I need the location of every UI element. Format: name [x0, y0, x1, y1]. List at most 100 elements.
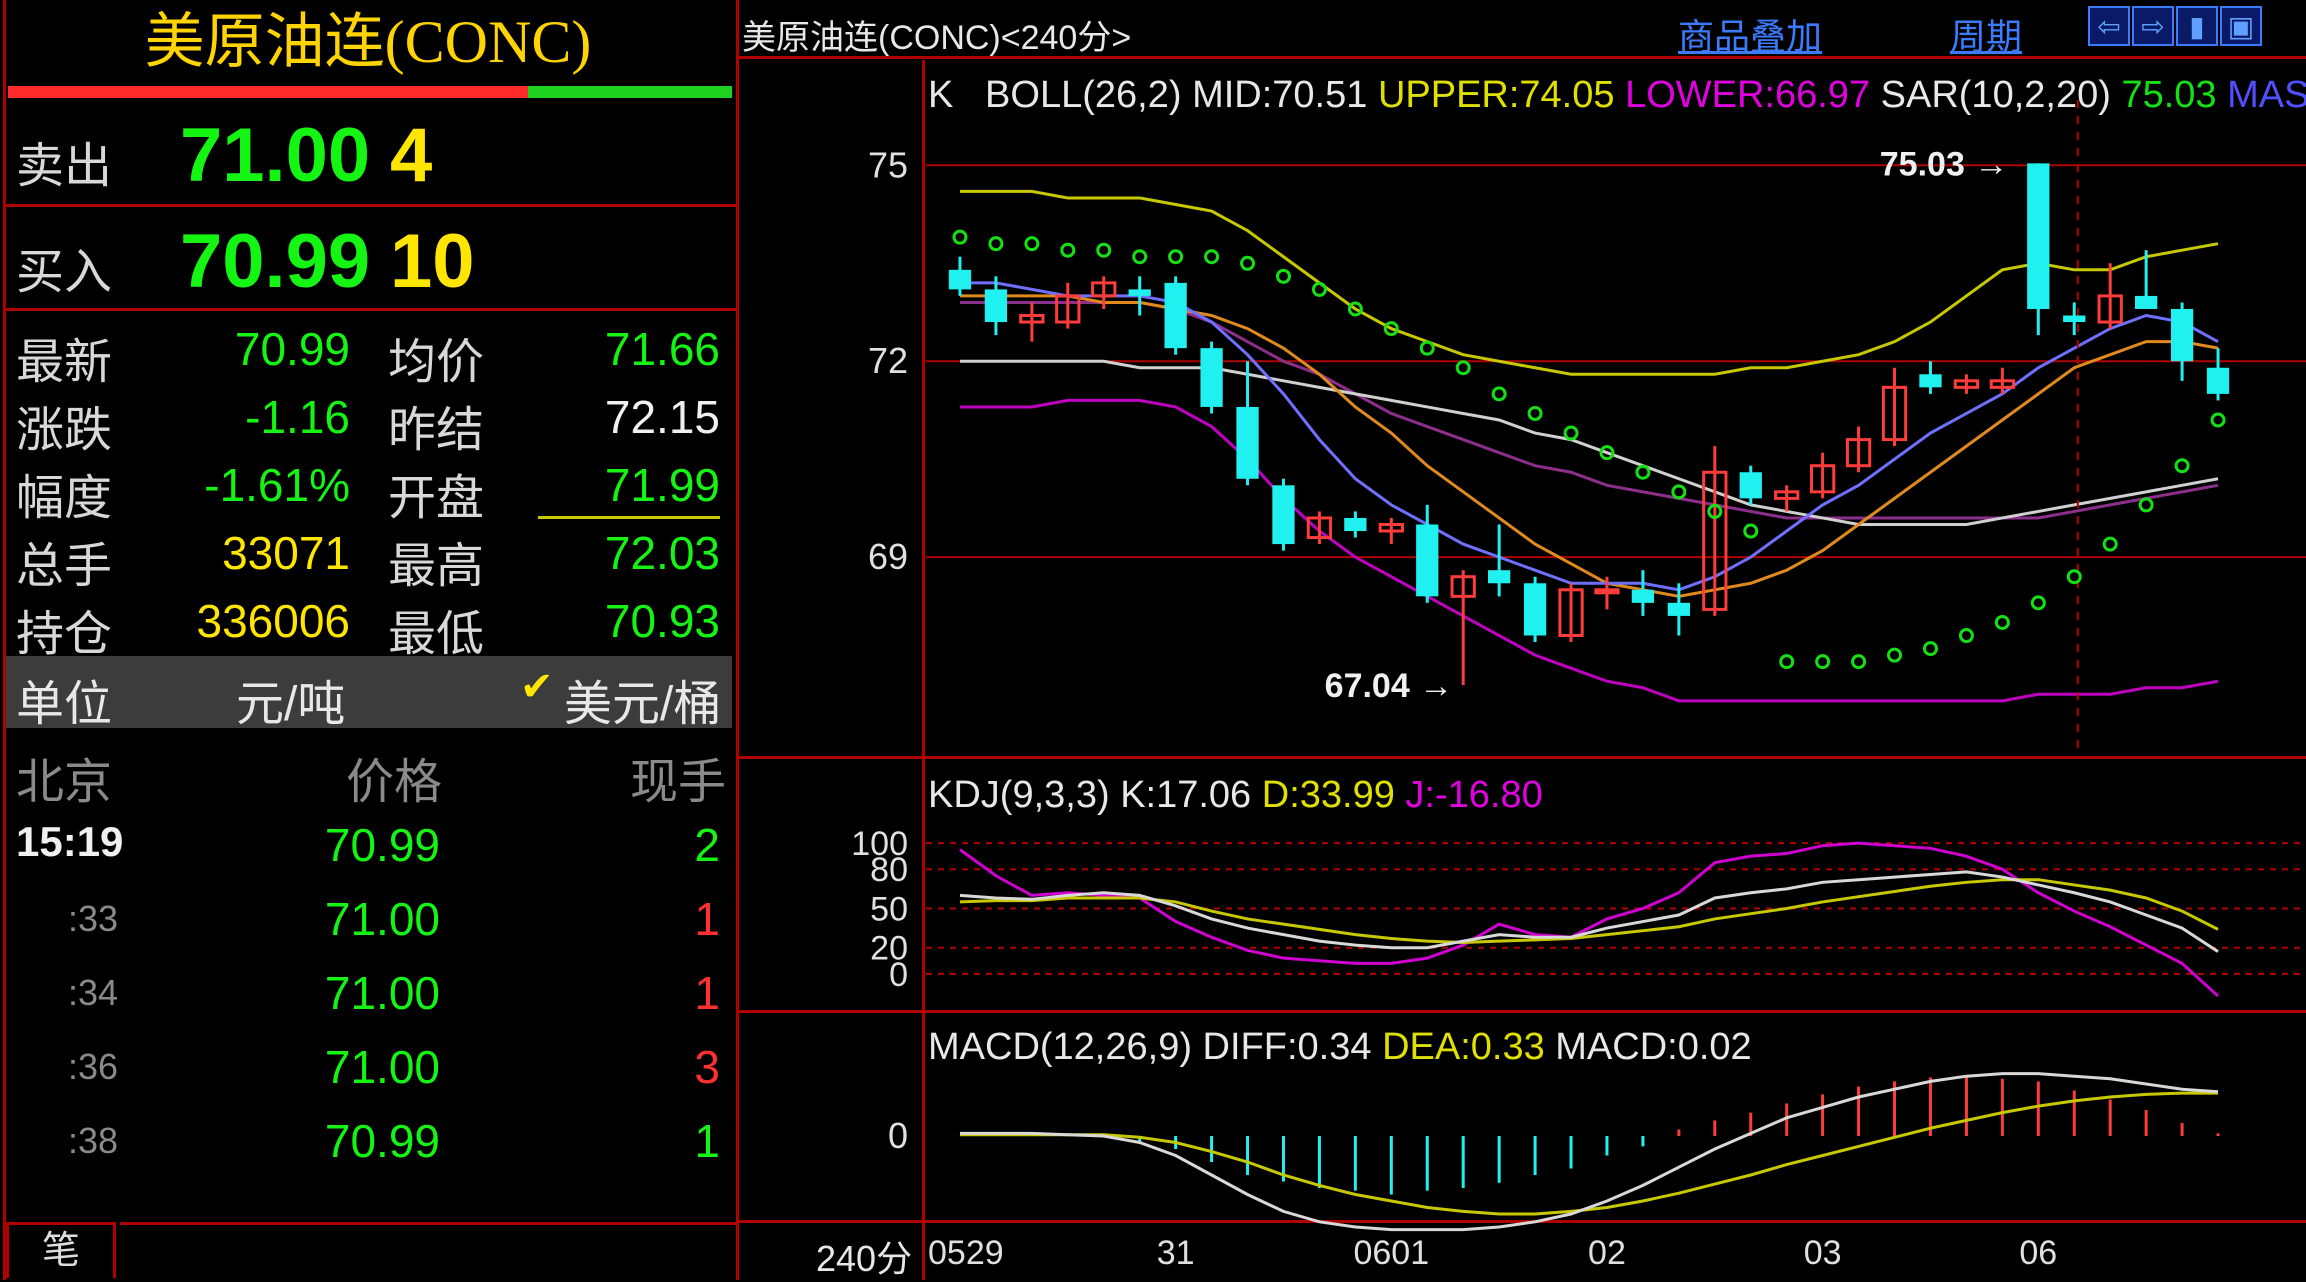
sar-dot	[1922, 641, 1938, 657]
trade-price: 70.99	[324, 1115, 440, 1167]
stat-label: 最高	[388, 540, 485, 593]
sar-dot	[1168, 249, 1184, 265]
sar-dot	[1815, 654, 1831, 670]
boll-mid-line	[959, 300, 2219, 520]
sar-dot	[1455, 360, 1471, 376]
trade-price: 70.99	[324, 819, 440, 871]
sar-dot	[2030, 595, 2046, 611]
trade-qty: 3	[694, 1041, 720, 1093]
instrument-title: 美原油连(CONC)	[144, 9, 592, 75]
y-tick-label: 72	[868, 340, 908, 381]
y-tick-label: 69	[868, 536, 908, 577]
stat-label: 最低	[388, 608, 485, 661]
unit-label: 单位	[16, 678, 113, 731]
candle-body	[1739, 472, 1762, 499]
candle-body	[1523, 583, 1547, 636]
candle-body	[1236, 406, 1259, 479]
stat-label: 总手	[16, 540, 113, 593]
sar-dot	[1887, 647, 1903, 663]
stat-value: 71.99	[604, 459, 720, 511]
y-tick-label: 0	[888, 1115, 908, 1156]
buy-price: 70.99	[180, 219, 371, 304]
sar-dot	[1275, 268, 1291, 284]
buy-ratio-bar	[528, 86, 732, 98]
period-label: 240分	[816, 1238, 913, 1279]
trade-time: :34	[68, 972, 119, 1013]
x-tick-label: 0601	[1353, 1234, 1429, 1272]
divider	[120, 1222, 736, 1225]
macd-dea-line	[959, 1091, 2219, 1216]
candle-body	[2027, 163, 2050, 309]
kdj-k-line	[959, 870, 2219, 953]
ma-line	[959, 281, 2219, 592]
candle-body	[948, 269, 972, 290]
divider	[6, 204, 736, 207]
candle-body	[1272, 485, 1295, 545]
unit-cny-option[interactable]: 元/吨	[236, 664, 345, 734]
candle-body	[1667, 602, 1691, 616]
sar-dot	[2102, 536, 2118, 552]
stat-value: 72.03	[604, 527, 720, 579]
y-tick-label: 50	[870, 890, 908, 928]
x-tick-label: 31	[1157, 1234, 1195, 1272]
sar-dot	[1491, 386, 1507, 402]
x-tick-label: 02	[1588, 1234, 1626, 1272]
sar-dot	[1240, 255, 1256, 271]
candle-body	[1200, 348, 1223, 407]
candle-body	[1594, 588, 1620, 595]
sar-dot	[1419, 340, 1435, 356]
stat-value: 70.93	[604, 595, 720, 647]
chart-panel: 美原油连(CONC)<240分> 商品叠加 周期 ⇦ ⇨ ▮ ▣ K BOLL(…	[736, 0, 2306, 1280]
stat-label: 涨跌	[16, 404, 113, 457]
sar-dot	[1635, 464, 1651, 480]
sar-dot	[1060, 242, 1076, 258]
sar-dot	[1096, 242, 1112, 258]
sar-dot	[2174, 458, 2190, 474]
stat-label: 开盘	[388, 472, 485, 525]
quote-panel: 美原油连(CONC) 卖出 71.00 4 买入 70.99 10 最新 70.…	[0, 0, 736, 1280]
trades-qty-header: 现手	[630, 756, 727, 809]
price-chart[interactable]: 75726975.03 →67.04 →100805020000529 31 060…	[736, 0, 2306, 1280]
candle-body	[2134, 295, 2158, 309]
unit-usd-option[interactable]: 美元/桶	[564, 664, 721, 734]
sar-dot	[1132, 249, 1148, 265]
sar-dot	[1024, 236, 1040, 252]
sar-dot	[1204, 249, 1220, 265]
candle-body	[1164, 282, 1187, 349]
candle-body	[984, 289, 1008, 323]
trade-qty: 1	[694, 893, 720, 945]
stat-label: 幅度	[16, 472, 113, 525]
trade-price: 71.00	[324, 893, 440, 945]
candle-body	[1344, 517, 1367, 532]
stat-value: -1.61%	[204, 459, 350, 511]
sar-dot	[1671, 484, 1687, 500]
stat-value: -1.16	[245, 391, 350, 443]
trades-price-header: 价格	[346, 756, 443, 809]
y-tick-label: 80	[870, 851, 908, 889]
sar-dot	[2138, 497, 2154, 513]
buy-qty: 10	[390, 219, 475, 304]
sell-ratio-bar	[8, 86, 528, 98]
candle-body	[1919, 374, 1942, 388]
tab-trades[interactable]: 笔	[6, 1222, 116, 1278]
candle-body	[2170, 308, 2194, 362]
open-underline	[538, 516, 720, 519]
stat-value: 72.15	[604, 391, 720, 443]
trade-price: 71.00	[324, 1041, 440, 1093]
candle-body	[1416, 524, 1439, 597]
candle-body	[2063, 315, 2086, 323]
sar-dot	[2066, 569, 2082, 585]
sar-dot	[1527, 405, 1543, 421]
sar-dot	[1563, 425, 1579, 441]
stat-label: 均价	[388, 336, 485, 389]
candle-body	[1128, 289, 1151, 296]
ma-line	[959, 359, 2219, 526]
stat-label: 持仓	[16, 608, 113, 661]
y-tick-label: 0	[889, 956, 908, 994]
sar-dot	[1851, 654, 1867, 670]
sell-label: 卖出	[16, 140, 113, 193]
divider	[3, 0, 6, 1280]
stat-label: 昨结	[388, 404, 485, 457]
stat-value: 336006	[196, 595, 351, 647]
sar-dot	[2210, 412, 2226, 428]
